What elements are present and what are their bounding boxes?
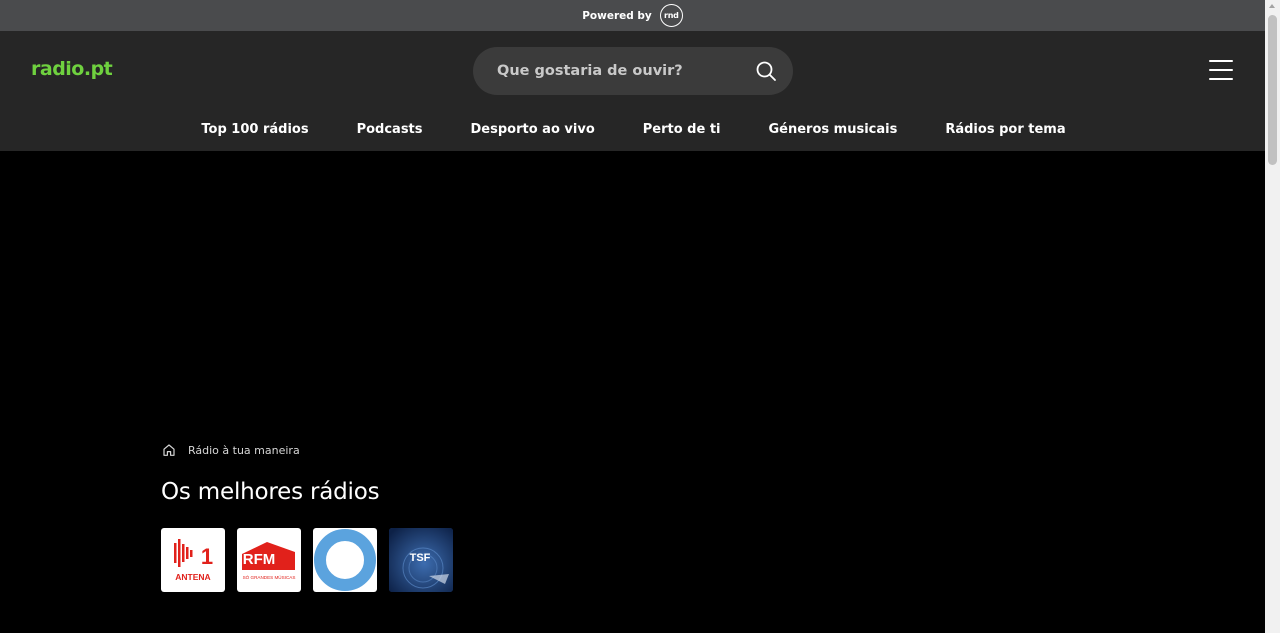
tsf-logo: TSF	[389, 528, 453, 592]
powered-by-bar: Powered by rnd	[0, 0, 1265, 31]
station-logo-caption: ANTENA	[175, 572, 210, 582]
scroll-up-arrow-icon[interactable]	[1269, 4, 1275, 8]
search-icon[interactable]	[755, 60, 777, 82]
nav-item-sports[interactable]: Desporto ao vivo	[471, 119, 595, 141]
station-logo-wordmark: TSF	[410, 552, 431, 564]
station-list: 1 ANTENA RFM SÓ GRANDES MÚSICAS TSF	[161, 528, 453, 592]
site-header: radio.pt Top 100 rádios Podcasts Desport…	[0, 31, 1265, 151]
station-tile-comercial[interactable]	[313, 528, 377, 592]
main-nav: Top 100 rádios Podcasts Desporto ao vivo…	[0, 119, 1265, 141]
page-scrollbar[interactable]	[1265, 0, 1280, 633]
scrollbar-thumb[interactable]	[1268, 15, 1277, 165]
station-tile-antena-1[interactable]: 1 ANTENA	[161, 528, 225, 592]
site-logo[interactable]: radio.pt	[31, 58, 113, 80]
comercial-logo	[314, 529, 376, 591]
station-tile-tsf[interactable]: TSF	[389, 528, 453, 592]
breadcrumb-label[interactable]: Rádio à tua maneira	[188, 444, 300, 457]
rfm-logo: RFM SÓ GRANDES MÚSICAS	[242, 542, 296, 580]
menu-line	[1209, 78, 1233, 80]
home-icon[interactable]	[162, 443, 176, 457]
search-bar[interactable]	[473, 47, 793, 95]
nav-item-genres[interactable]: Géneros musicais	[769, 119, 898, 141]
station-logo-slogan: SÓ GRANDES MÚSICAS	[243, 574, 296, 580]
powered-by-label: Powered by	[582, 9, 652, 22]
section-title: Os melhores rádios	[161, 479, 380, 505]
station-logo-wordmark: RFM	[243, 551, 276, 568]
hamburger-menu-icon[interactable]	[1209, 60, 1233, 80]
nav-item-top-100[interactable]: Top 100 rádios	[201, 119, 308, 141]
nav-item-nearby[interactable]: Perto de ti	[643, 119, 721, 141]
station-tile-rfm[interactable]: RFM SÓ GRANDES MÚSICAS	[237, 528, 301, 592]
nav-item-podcasts[interactable]: Podcasts	[357, 119, 423, 141]
breadcrumb: Rádio à tua maneira	[162, 443, 300, 457]
search-input[interactable]	[497, 63, 747, 79]
antena-1-logo: 1 ANTENA	[174, 539, 213, 582]
rnd-logo[interactable]: rnd	[659, 4, 683, 27]
nav-item-topics[interactable]: Rádios por tema	[945, 119, 1065, 141]
station-logo-number: 1	[201, 544, 213, 569]
menu-line	[1209, 60, 1233, 62]
menu-line	[1209, 69, 1233, 71]
